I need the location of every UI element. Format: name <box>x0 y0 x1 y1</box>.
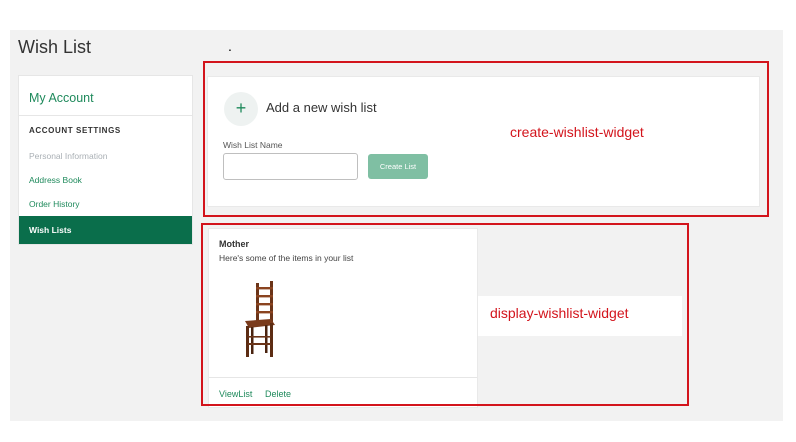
page-title: Wish List <box>18 37 92 57</box>
sidebar-item-order-history[interactable]: Order History <box>19 192 192 216</box>
sidebar-header: My Account <box>19 76 192 116</box>
sidebar-item-wish-lists[interactable]: Wish Lists <box>19 216 192 244</box>
display-widget-annotation-label: display-wishlist-widget <box>490 305 629 321</box>
create-widget-annotation-label: create-wishlist-widget <box>510 124 644 140</box>
create-widget-annotation-box <box>203 61 769 217</box>
account-sidebar: My Account ACCOUNT SETTINGS Personal Inf… <box>18 75 193 245</box>
sidebar-item-personal-information[interactable]: Personal Information <box>19 144 192 168</box>
my-account-link[interactable]: My Account <box>29 91 94 105</box>
sidebar-item-address-book[interactable]: Address Book <box>19 168 192 192</box>
stray-dot: . <box>228 38 232 54</box>
account-settings-heading: ACCOUNT SETTINGS <box>29 126 121 135</box>
